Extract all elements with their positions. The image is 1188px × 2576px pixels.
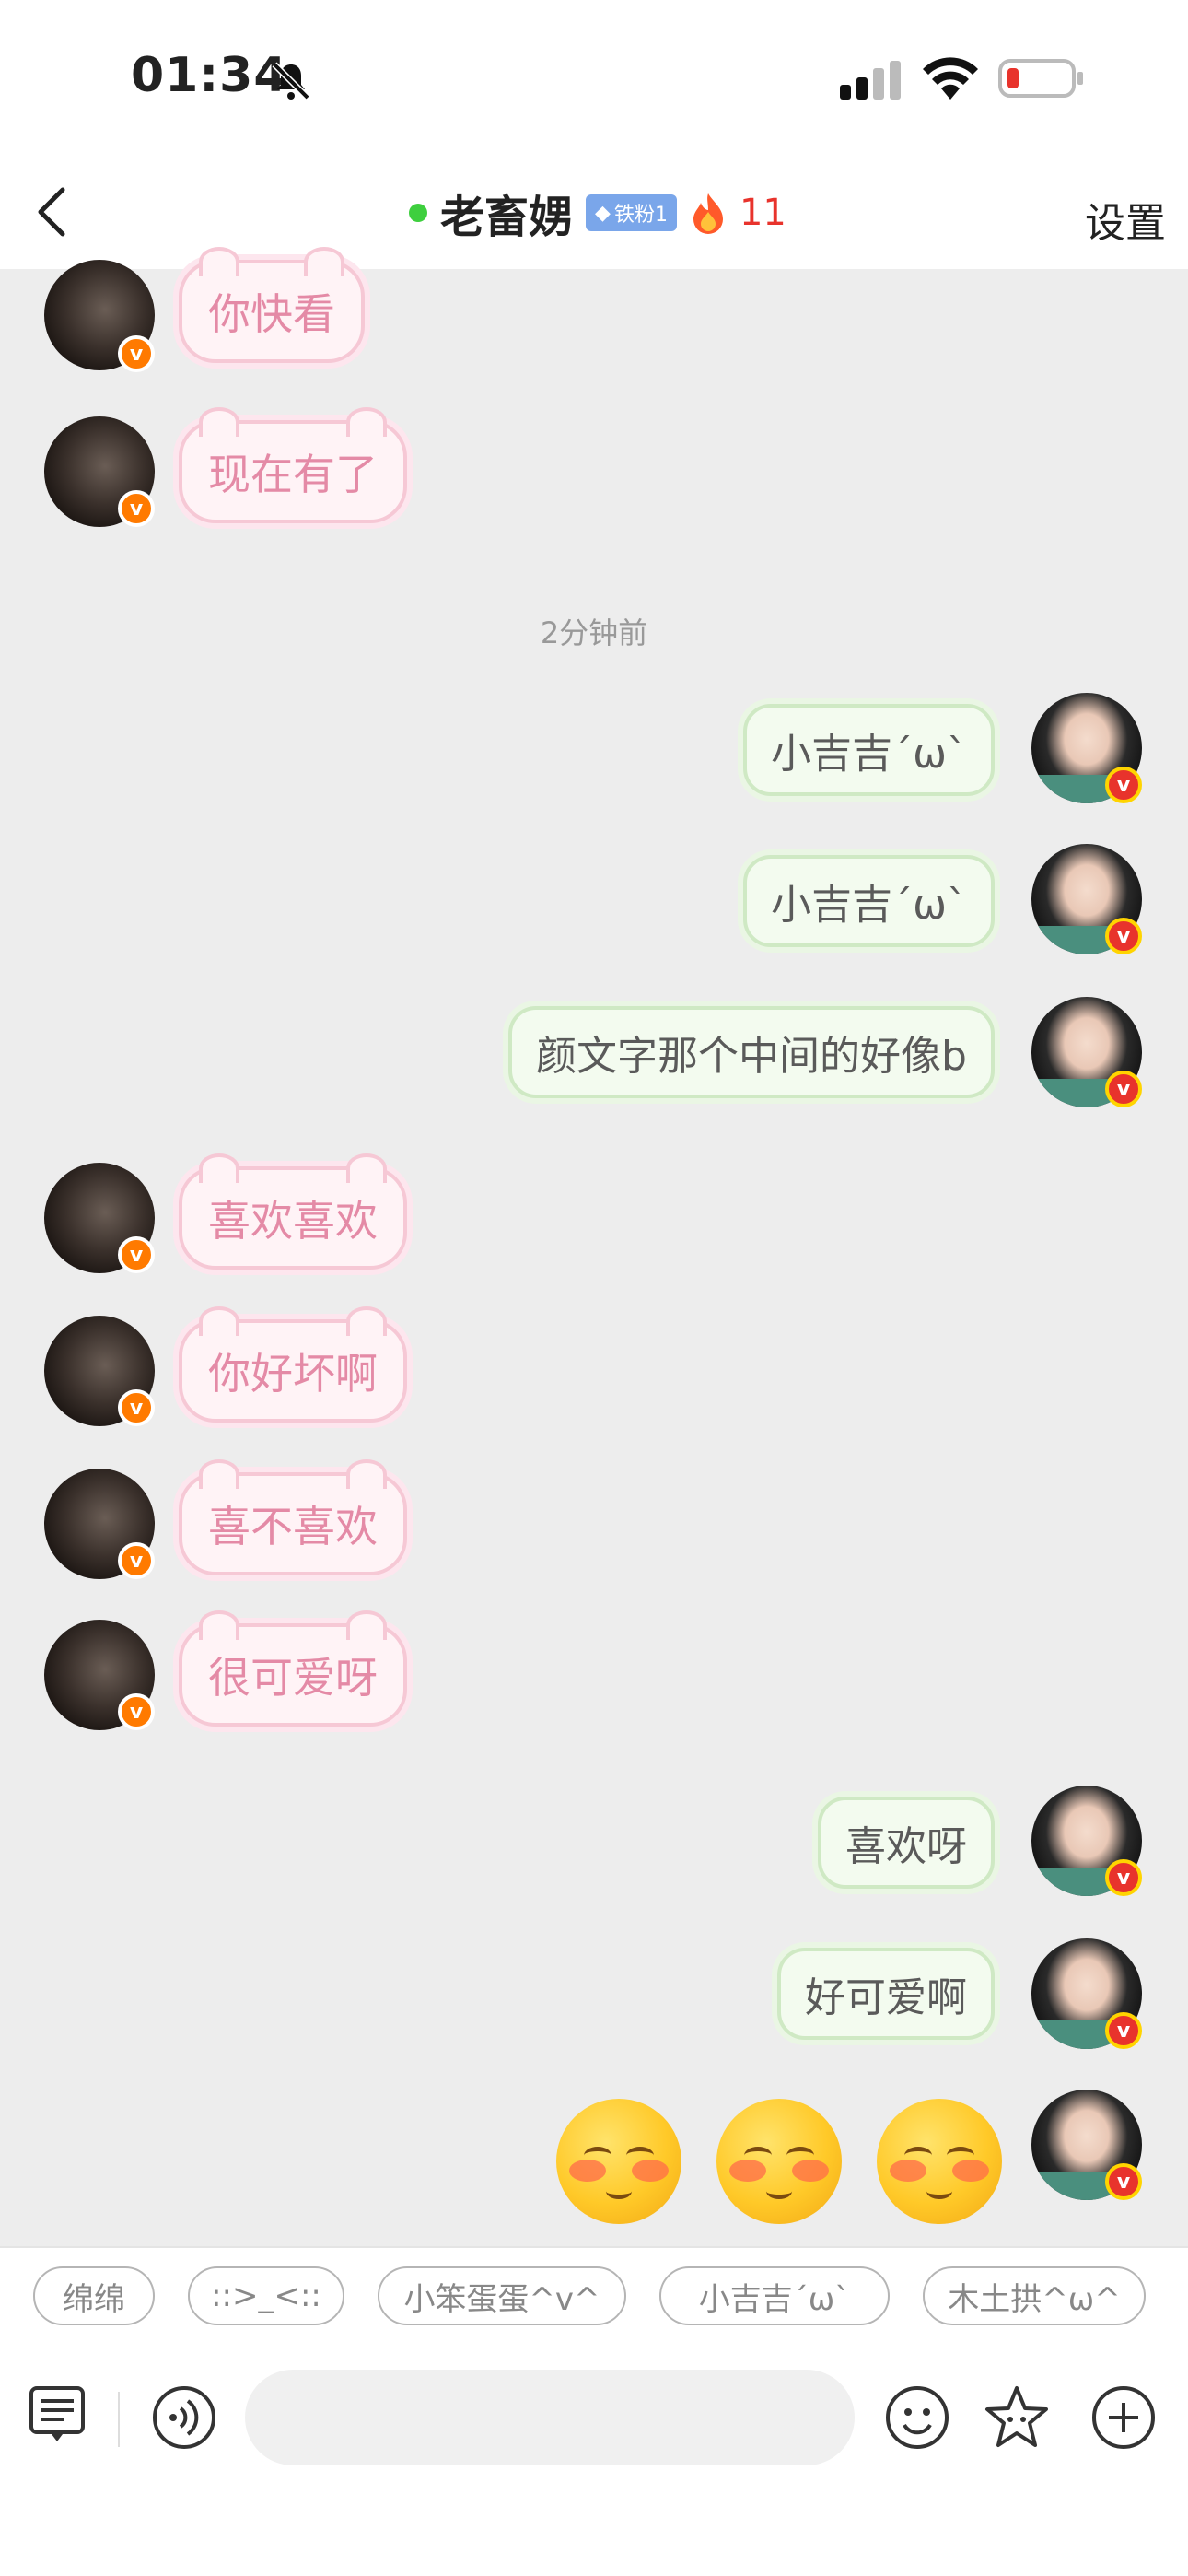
verified-badge: v — [118, 1542, 155, 1579]
divider — [118, 2392, 120, 2447]
verified-badge: v — [1105, 2012, 1142, 2049]
chat-title-group[interactable]: 老畜娚 ◆ 铁粉1 11 — [409, 181, 786, 245]
verified-badge: v — [118, 1236, 155, 1273]
quick-reply-bar: 绵绵 ::>_<:: 小笨蛋蛋^v^ 小吉吉´ω` 木土拱^ω^ — [0, 2246, 1188, 2362]
input-bar — [0, 2360, 1188, 2576]
blush-emoji-icon[interactable] — [556, 2099, 681, 2224]
message-text: 小吉吉´ω` — [771, 882, 967, 929]
contact-name: 老畜娚 — [440, 192, 574, 243]
clock-time: 01:34 — [131, 48, 288, 103]
message-bubble[interactable]: 颜文字那个中间的好像b — [508, 1006, 995, 1098]
verified-badge: v — [1105, 1859, 1142, 1896]
keyboard-icon[interactable] — [28, 2379, 87, 2449]
verified-badge: v — [1105, 2163, 1142, 2200]
message-text: 小吉吉´ω` — [771, 731, 967, 778]
blush-emoji-icon[interactable] — [877, 2099, 1002, 2224]
message-text: 喜不喜欢 — [208, 1502, 378, 1551]
wifi-icon — [923, 57, 978, 100]
fan-badge-label: 铁粉1 — [613, 204, 668, 227]
verified-badge: v — [1105, 918, 1142, 954]
bell-muted-icon — [272, 62, 310, 100]
fan-level-badge: ◆ 铁粉1 — [586, 194, 677, 231]
sticker-star-icon[interactable] — [984, 2384, 1050, 2451]
online-status-dot — [409, 204, 427, 222]
message-bubble[interactable]: 你好坏啊 — [179, 1306, 407, 1423]
message-bubble[interactable]: 你快看 — [179, 247, 365, 363]
quick-reply-chip[interactable]: 小吉吉´ω` — [659, 2266, 890, 2325]
verified-badge: v — [1105, 767, 1142, 803]
emoji-face-icon[interactable] — [884, 2384, 950, 2451]
verified-badge: v — [118, 335, 155, 372]
message-text: 喜欢喜欢 — [208, 1196, 378, 1246]
fire-icon — [693, 193, 723, 234]
verified-badge: v — [118, 490, 155, 527]
battery-icon — [998, 59, 1083, 98]
message-text: 你好坏啊 — [208, 1349, 378, 1399]
quick-reply-chip[interactable]: 绵绵 — [33, 2266, 155, 2325]
message-text: 很可爱呀 — [208, 1653, 378, 1703]
message-bubble[interactable]: 喜欢喜欢 — [179, 1153, 407, 1270]
verified-badge: v — [118, 1389, 155, 1426]
blush-emoji-icon[interactable] — [716, 2099, 842, 2224]
quick-reply-chip[interactable]: 小笨蛋蛋^v^ — [378, 2266, 626, 2325]
chat-header: 老畜娚 ◆ 铁粉1 11 设置 — [0, 157, 1188, 269]
message-input[interactable] — [245, 2370, 855, 2465]
verified-badge: v — [1105, 1071, 1142, 1107]
message-timestamp: 2分钟前 — [540, 615, 648, 650]
message-bubble[interactable]: 小吉吉´ω` — [743, 704, 995, 796]
status-bar: 01:34 — [0, 0, 1188, 157]
message-bubble[interactable]: 小吉吉´ω` — [743, 855, 995, 947]
quick-reply-chip[interactable]: 木土拱^ω^ — [923, 2266, 1146, 2325]
message-text: 你快看 — [208, 289, 335, 339]
message-bubble[interactable]: 现在有了 — [179, 407, 407, 523]
settings-button[interactable]: 设置 — [1085, 190, 1166, 249]
diamond-icon: ◆ — [595, 201, 611, 225]
message-bubble[interactable]: 喜欢呀 — [818, 1797, 995, 1889]
voice-icon[interactable] — [151, 2384, 217, 2451]
message-bubble[interactable]: 好可爱啊 — [777, 1948, 995, 2040]
message-list[interactable]: v 你快看 v 现在有了 2分钟前 v 小吉吉´ω` v 小吉吉´ω` v 颜文… — [0, 247, 1188, 2246]
signal-icon — [840, 61, 901, 100]
message-text: 现在有了 — [208, 450, 378, 499]
message-bubble[interactable]: 喜不喜欢 — [179, 1459, 407, 1575]
plus-icon[interactable] — [1090, 2384, 1157, 2451]
streak-count: 11 — [739, 192, 786, 234]
message-text: 喜欢呀 — [845, 1823, 967, 1870]
message-bubble[interactable]: 很可爱呀 — [179, 1610, 407, 1727]
quick-reply-chip[interactable]: ::>_<:: — [188, 2266, 344, 2325]
verified-badge: v — [118, 1693, 155, 1730]
message-text: 颜文字那个中间的好像b — [536, 1033, 967, 1080]
message-text: 好可爱啊 — [805, 1974, 967, 2021]
back-chevron-icon[interactable] — [26, 182, 85, 241]
